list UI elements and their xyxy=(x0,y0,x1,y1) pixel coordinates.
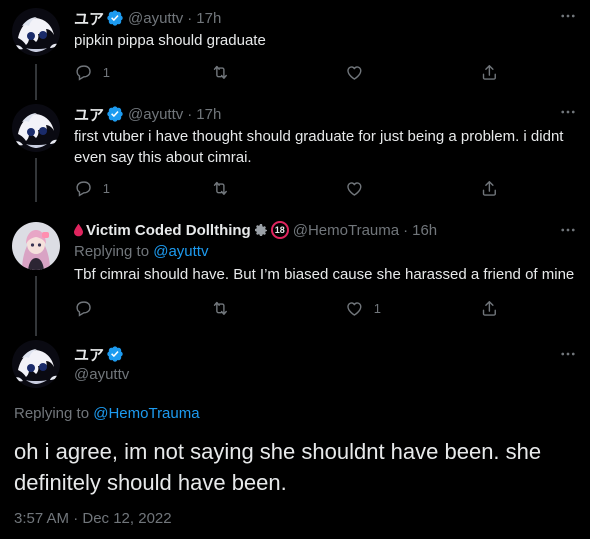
tweet[interactable]: ユア @ayuttv · 17h pipkin pippa should gra… xyxy=(0,0,590,96)
share-button[interactable] xyxy=(480,176,499,200)
like-icon xyxy=(345,179,364,198)
avatar[interactable] xyxy=(12,222,60,270)
tweet-time[interactable]: 16h xyxy=(412,222,437,239)
avatar-image xyxy=(12,8,60,56)
avatar-image xyxy=(12,222,60,270)
more-button[interactable] xyxy=(558,102,578,122)
reply-button[interactable]: 1 xyxy=(74,176,110,200)
separator: · xyxy=(187,105,193,123)
avatar[interactable] xyxy=(12,104,60,152)
reply-icon xyxy=(74,299,93,318)
like-icon xyxy=(345,299,364,318)
share-button[interactable] xyxy=(480,296,499,320)
tweet-text: first vtuber i have thought should gradu… xyxy=(74,128,564,166)
action-bar: 1 xyxy=(66,60,506,84)
share-button[interactable] xyxy=(480,60,499,84)
more-icon xyxy=(559,7,577,25)
replying-to: Replying to @ayuttv xyxy=(74,243,208,260)
tweet[interactable]: Victim Coded Dollthing 18 @HemoTrauma · … xyxy=(0,210,590,332)
tweet-timestamp[interactable]: 3:57 AM · Dec 12, 2022 xyxy=(14,510,172,527)
like-button[interactable]: 1 xyxy=(345,296,381,320)
like-button[interactable] xyxy=(345,176,364,200)
handle[interactable]: @ayuttv xyxy=(128,10,183,27)
display-name[interactable]: Victim Coded Dollthing xyxy=(86,222,251,239)
retweet-icon xyxy=(211,63,230,82)
separator: · xyxy=(403,221,409,239)
retweet-button[interactable] xyxy=(211,176,230,200)
like-icon xyxy=(345,63,364,82)
reply-icon xyxy=(74,179,93,198)
tweet-text: pipkin pippa should graduate xyxy=(74,32,266,49)
replying-to-link[interactable]: @HemoTrauma xyxy=(93,405,199,422)
like-count: 1 xyxy=(373,300,381,316)
blood-drop-icon xyxy=(74,223,83,237)
action-bar: 1 xyxy=(66,296,506,320)
gear-icon xyxy=(253,222,269,238)
replying-prefix: Replying to xyxy=(74,243,150,260)
reply-button[interactable] xyxy=(74,296,93,320)
tweet-header: ユア xyxy=(74,344,128,364)
replying-to-link[interactable]: @ayuttv xyxy=(153,243,208,260)
avatar-image xyxy=(12,340,60,388)
avatar-image xyxy=(12,104,60,152)
more-icon xyxy=(559,103,577,121)
handle-row: @ayuttv xyxy=(74,364,129,384)
more-button[interactable] xyxy=(558,344,578,364)
retweet-button[interactable] xyxy=(211,296,230,320)
reply-count: 1 xyxy=(102,180,110,196)
verified-badge-icon xyxy=(106,9,124,27)
share-icon xyxy=(480,299,499,318)
retweet-icon xyxy=(211,299,230,318)
retweet-button[interactable] xyxy=(211,60,230,84)
replying-prefix: Replying to xyxy=(14,405,90,422)
tweet-time[interactable]: 17h xyxy=(196,106,221,123)
main-tweet-text: oh i agree, im not saying she shouldnt h… xyxy=(14,439,542,495)
retweet-icon xyxy=(211,179,230,198)
tweet-time[interactable]: 17h xyxy=(196,10,221,27)
verified-badge-icon xyxy=(106,345,124,363)
replying-to: Replying to @HemoTrauma xyxy=(14,405,200,422)
share-icon xyxy=(480,63,499,82)
action-bar: 1 xyxy=(66,176,506,200)
like-button[interactable] xyxy=(345,60,364,84)
reply-button[interactable]: 1 xyxy=(74,60,110,84)
more-button[interactable] xyxy=(558,220,578,240)
tweet-text: Tbf cimrai should have. But I’m biased c… xyxy=(74,266,575,283)
age-badge: 18 xyxy=(270,221,289,239)
tweet-header: Victim Coded Dollthing 18 @HemoTrauma · … xyxy=(74,220,437,240)
avatar[interactable] xyxy=(12,8,60,56)
display-name[interactable]: ユア xyxy=(74,344,104,365)
reply-count: 1 xyxy=(102,64,110,80)
display-name[interactable]: ユア xyxy=(74,104,104,125)
tweet-header: ユア @ayuttv · 17h xyxy=(74,8,221,28)
tweet[interactable]: ユア @ayuttv · 17h first vtuber i have tho… xyxy=(0,96,590,206)
share-icon xyxy=(480,179,499,198)
handle[interactable]: @ayuttv xyxy=(128,106,183,123)
avatar[interactable] xyxy=(12,340,60,388)
more-icon xyxy=(559,345,577,363)
tweet-header: ユア @ayuttv · 17h xyxy=(74,104,221,124)
handle[interactable]: @ayuttv xyxy=(74,366,129,383)
more-icon xyxy=(559,221,577,239)
verified-badge-icon xyxy=(106,105,124,123)
more-button[interactable] xyxy=(558,6,578,26)
display-name[interactable]: ユア xyxy=(74,8,104,29)
reply-icon xyxy=(74,63,93,82)
handle[interactable]: @HemoTrauma xyxy=(293,222,399,239)
separator: · xyxy=(187,9,193,27)
